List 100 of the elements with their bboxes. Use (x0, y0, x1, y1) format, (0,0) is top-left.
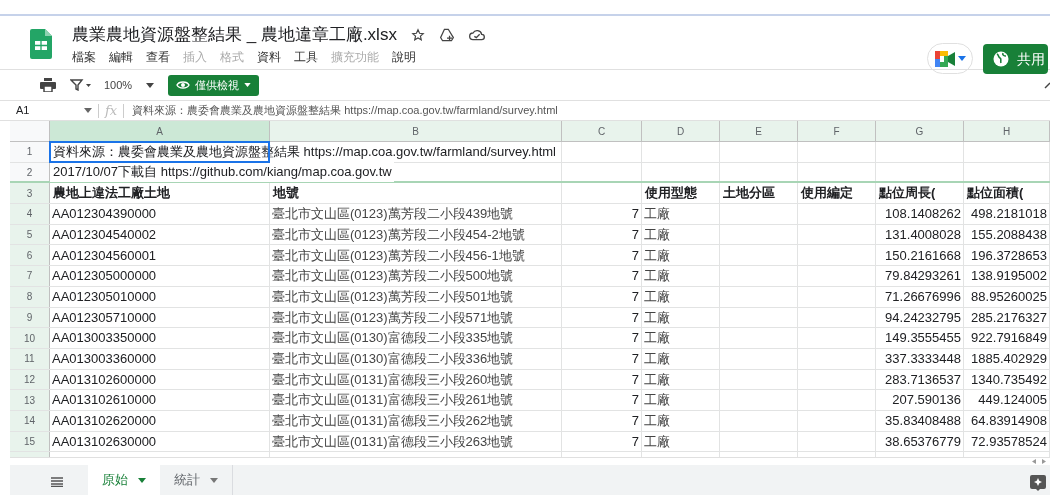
table-cell-text: 94.24232795 (884, 308, 962, 327)
document-title[interactable]: 農業農地資源盤整結果 _ 農地違章工廠.xlsx (72, 22, 397, 48)
table-cell-text: 工廠 (643, 412, 671, 431)
row-header[interactable]: 5 (10, 224, 50, 245)
table-cell-text: 138.9195002 (970, 267, 1048, 286)
menu-item[interactable]: 查看 (141, 48, 175, 66)
column-header[interactable]: G (876, 121, 964, 141)
table-cell-text: 1340.735492 (970, 370, 1048, 389)
table-cell-text: 88.95260025 (970, 287, 1048, 306)
column-title: 使用型態 (643, 184, 697, 203)
print-icon[interactable] (40, 78, 56, 92)
row-header[interactable]: 7 (10, 266, 50, 286)
scroll-left-icon[interactable] (1032, 459, 1036, 464)
view-only-button[interactable]: 僅供檢視 (168, 74, 260, 96)
table-cell-text: 149.3555455 (884, 329, 962, 348)
caret-icon (244, 83, 252, 87)
table-cell-text: AA012304540002 (51, 225, 158, 244)
table-cell-text: 臺北市文山區(0123)萬芳段二小段454-2地號 (271, 225, 526, 244)
row-header[interactable]: 1 (10, 142, 50, 162)
menu-item[interactable]: 編輯 (104, 48, 138, 66)
table-cell-text: 337.3333448 (884, 349, 962, 368)
star-icon[interactable] (410, 28, 425, 42)
row-header[interactable]: 11 (10, 348, 50, 369)
table-cell-text: 工廠 (643, 329, 671, 348)
table-cell-text: 71.26676996 (884, 287, 962, 306)
table-cell-text: 臺北市文山區(0123)萬芳段二小段500地號 (271, 267, 515, 286)
share-button[interactable]: 共用 (983, 44, 1048, 74)
menu-item[interactable]: 工具 (289, 48, 323, 66)
menu-item[interactable]: 說明 (387, 48, 421, 66)
explore-icon[interactable] (1030, 475, 1046, 491)
table-cell-text: AA012305010000 (51, 287, 158, 306)
caret-icon[interactable] (146, 82, 155, 88)
table-cell-text: 工廠 (643, 308, 671, 327)
table-cell-text: AA013102600000 (51, 370, 158, 389)
column-title: 點位周長( (877, 184, 936, 203)
zoom-level[interactable]: 100% (104, 76, 133, 94)
column-title: 使用編定 (799, 184, 853, 203)
table-cell-text: 7 (630, 412, 640, 431)
table-cell-text: 498.2181018 (970, 205, 1048, 224)
table-cell-text: AA012305710000 (51, 308, 158, 327)
table-cell-text: AA013102630000 (51, 432, 158, 451)
scroll-right-icon[interactable] (1042, 459, 1046, 464)
cloud-icon[interactable] (468, 29, 485, 41)
table-cell-text: 臺北市文山區(0131)富德段三小段262地號 (271, 412, 515, 431)
column-title: 農地上違法工廠土地 (52, 184, 170, 203)
column-header[interactable]: D (642, 121, 720, 141)
table-cell-text: 7 (630, 432, 640, 451)
table-cell-text: 64.83914908 (970, 412, 1048, 431)
caret-icon (138, 477, 146, 483)
table-cell-text: 7 (630, 391, 640, 410)
sheet-tab[interactable]: 原始 (88, 465, 160, 495)
row-header[interactable]: 4 (10, 204, 50, 224)
row-header[interactable]: 6 (10, 245, 50, 266)
menu-item[interactable]: 檔案 (67, 48, 101, 66)
column-header[interactable]: F (798, 121, 876, 141)
column-title: 地號 (271, 184, 299, 203)
menu-item[interactable]: 資料 (252, 48, 286, 66)
table-cell-text: 臺北市文山區(0131)富德段三小段260地號 (271, 370, 515, 389)
table-cell-text: 工廠 (643, 349, 671, 368)
table-cell-text: 工廠 (643, 391, 671, 410)
row-header[interactable]: 3 (10, 183, 50, 204)
drive-add-icon[interactable] (438, 28, 455, 42)
column-header[interactable]: H (964, 121, 1050, 141)
table-cell-text: 38.65376779 (884, 432, 962, 451)
caret-icon (957, 56, 966, 61)
column-header[interactable]: E (720, 121, 798, 141)
filter-icon[interactable] (70, 79, 92, 91)
table-cell-text: 臺北市文山區(0123)萬芳段二小段571地號 (271, 308, 515, 327)
table-cell-text: 7 (630, 349, 640, 368)
function-label: fx (103, 101, 119, 120)
table-cell-text: AA012305000000 (51, 267, 158, 286)
table-cell-text: 79.84293261 (884, 267, 962, 286)
table-cell-text: 72.93578524 (970, 432, 1048, 451)
column-header[interactable]: A (50, 121, 270, 141)
column-header[interactable]: B (270, 121, 562, 141)
row-header[interactable]: 9 (10, 307, 50, 328)
table-cell-text: 7 (630, 267, 640, 286)
row-header[interactable]: 8 (10, 286, 50, 307)
row-header[interactable]: 15 (10, 431, 50, 452)
row-header[interactable]: 12 (10, 369, 50, 390)
row-header[interactable]: 14 (10, 410, 50, 431)
table-cell-text: 449.124005 (977, 391, 1048, 410)
column-title: 土地分區 (722, 184, 775, 203)
cell-reference[interactable]: A1 (0, 102, 84, 119)
table-cell-text: 285.2176327 (970, 308, 1048, 327)
table-cell-text: 207.590136 (891, 391, 962, 410)
row-header[interactable]: 10 (10, 328, 50, 348)
caret-icon[interactable] (84, 108, 92, 113)
table-cell-text: 工廠 (643, 246, 671, 265)
table-cell-text: 7 (630, 205, 640, 224)
table-cell-text: 196.3728653 (970, 246, 1048, 265)
table-cell-text: 工廠 (643, 205, 671, 224)
sheet-list-icon[interactable] (51, 477, 63, 487)
spreadsheet-logo-icon[interactable] (30, 29, 52, 59)
table-cell-text: 131.4008028 (884, 225, 962, 244)
column-header[interactable]: C (562, 121, 642, 141)
table-cell-text: 臺北市文山區(0123)萬芳段二小段456-1地號 (271, 246, 526, 265)
table-cell-text: 922.7916849 (970, 329, 1048, 348)
video-camera-icon (934, 50, 955, 67)
row-header[interactable]: 13 (10, 390, 50, 410)
